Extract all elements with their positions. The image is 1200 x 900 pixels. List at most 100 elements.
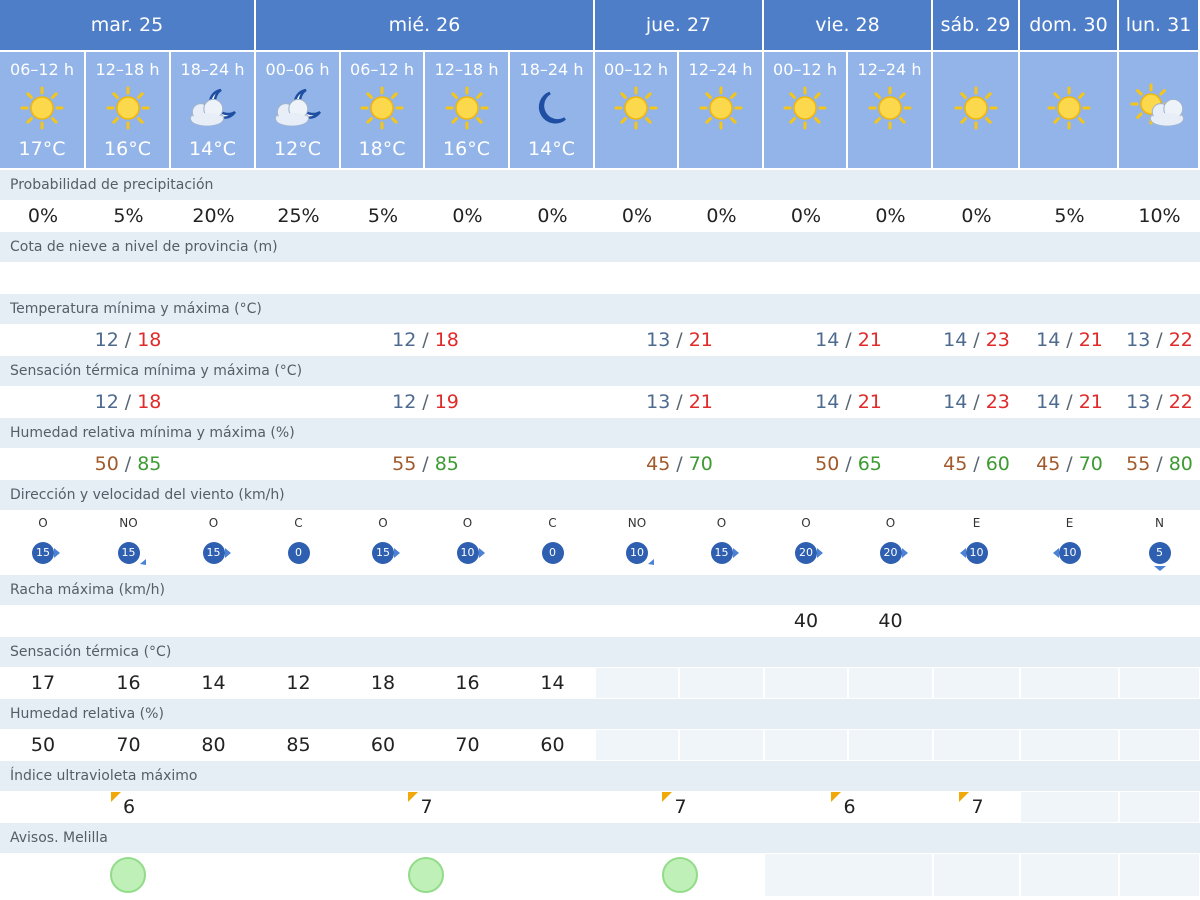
separator: / — [845, 391, 852, 413]
hum_hourly-cell — [1021, 730, 1118, 760]
period-temperature: 18°C — [358, 138, 406, 160]
feels-cell: 14/21 — [1021, 387, 1118, 417]
period-cell: 06–12 h 18°C — [341, 52, 425, 168]
humidity-min: 45 — [1036, 453, 1061, 475]
wind-speed-badge: 5 — [1140, 538, 1180, 571]
snow-cell — [680, 263, 763, 293]
day-header: jue. 27 — [595, 0, 764, 52]
separator: / — [124, 391, 132, 413]
uv-index: 7 — [662, 792, 687, 818]
period-label: 00–12 h — [773, 60, 837, 79]
separator: / — [845, 329, 852, 351]
wind-cell: N5 — [1120, 511, 1199, 574]
wind-speed-badge: 10 — [617, 538, 657, 568]
humidity-max: 85 — [137, 453, 162, 475]
period-label: 06–12 h — [350, 60, 414, 79]
moon-cloud-icon — [268, 82, 328, 134]
hum_hourly-cell — [934, 730, 1019, 760]
row-label-hum_hourly: Humedad relativa (%) — [0, 699, 1200, 729]
feels_hourly-cell — [1120, 668, 1199, 698]
wind-cell: C0 — [257, 511, 340, 574]
hum_hourly-cell — [849, 730, 932, 760]
humidity-cell: 50/85 — [1, 449, 255, 479]
wind-speed: 20 — [883, 546, 898, 559]
warnings-cell — [934, 854, 1019, 896]
sun-cloud-icon — [1129, 82, 1189, 134]
wind-speed-badge: 0 — [279, 538, 319, 568]
separator: / — [1156, 391, 1163, 413]
wind-direction: C — [294, 516, 303, 530]
separator: / — [676, 453, 683, 475]
wind-speed-badge: 10 — [448, 538, 488, 568]
uv-cell — [1021, 792, 1118, 822]
warning-level-icon[interactable] — [661, 857, 698, 893]
temp-min: 12 — [392, 329, 417, 351]
separator: / — [422, 329, 429, 351]
snow-cell — [1021, 263, 1118, 293]
wind-direction: O — [716, 516, 727, 530]
warnings-cell — [1021, 854, 1118, 896]
wind-cell: O 15 — [680, 511, 763, 574]
feels-cell: 14/21 — [765, 387, 932, 417]
period-label: 06–12 h — [10, 60, 74, 79]
warning-level-icon[interactable] — [110, 857, 146, 893]
gust-cell — [426, 606, 509, 636]
period-cell — [1119, 52, 1200, 168]
warning-level-icon[interactable] — [407, 857, 444, 893]
temp-max: 21 — [1078, 329, 1103, 351]
gust-cell — [172, 606, 255, 636]
humidity-min: 50 — [94, 453, 119, 475]
uv-index: 6 — [831, 792, 856, 818]
sun-icon — [1039, 82, 1099, 134]
moon-cloud-icon — [183, 82, 243, 134]
feels_hourly-cell: 12 — [257, 668, 340, 698]
humidity-min: 45 — [646, 453, 671, 475]
wind-speed: 20 — [799, 546, 813, 559]
feels_hourly-cell — [680, 668, 763, 698]
feels_hourly-cell — [1021, 668, 1118, 698]
gust-cell — [1021, 606, 1118, 636]
temp-max: 21 — [857, 329, 882, 351]
row-label-temp: Temperatura mínima y máxima (°C) — [0, 294, 1200, 324]
uv-cell: 7 — [596, 792, 763, 822]
humidity-max: 65 — [857, 453, 882, 475]
temp-cell: 13/21 — [596, 325, 763, 355]
period-cell: 12–18 h 16°C — [86, 52, 171, 168]
separator: / — [124, 329, 132, 351]
hum_hourly-cell: 80 — [172, 730, 255, 760]
gust-cell — [1, 606, 85, 636]
period-temperature: 14°C — [528, 138, 575, 160]
hum_hourly-cell — [1120, 730, 1199, 760]
temp-min: 14 — [815, 329, 840, 351]
separator: / — [124, 453, 132, 475]
wind-direction: C — [548, 516, 557, 530]
wind-cell: O 20 — [849, 511, 932, 574]
feels-min: 14 — [1036, 391, 1061, 413]
sun-icon — [12, 82, 72, 134]
separator: / — [973, 453, 980, 475]
period-cell: 00–12 h — [595, 52, 679, 168]
gust-cell — [87, 606, 170, 636]
snow-cell — [849, 263, 932, 293]
precip-cell: 0% — [680, 201, 763, 231]
day-header: vie. 28 — [764, 0, 933, 52]
wind-direction: E — [1065, 516, 1074, 530]
temp-max: 22 — [1168, 329, 1193, 351]
wind-speed: 10 — [1062, 546, 1077, 559]
humidity-max: 70 — [688, 453, 713, 475]
sun-icon — [691, 82, 751, 134]
separator: / — [973, 329, 980, 351]
separator: / — [1066, 329, 1073, 351]
humidity-cell: 50/65 — [765, 449, 932, 479]
humidity-max: 85 — [434, 453, 459, 475]
row-label-precip: Probabilidad de precipitación — [0, 170, 1200, 200]
row-label-snow: Cota de nieve a nivel de provincia (m) — [0, 232, 1200, 262]
gust-cell — [511, 606, 594, 636]
moon-icon — [522, 82, 582, 134]
period-cell: 12–18 h 16°C — [425, 52, 510, 168]
gust-cell — [257, 606, 340, 636]
period-cell: 12–24 h — [848, 52, 933, 168]
gust-cell — [680, 606, 763, 636]
warnings-cell — [765, 854, 932, 896]
row-label-feels: Sensación térmica mínima y máxima (°C) — [0, 356, 1200, 386]
